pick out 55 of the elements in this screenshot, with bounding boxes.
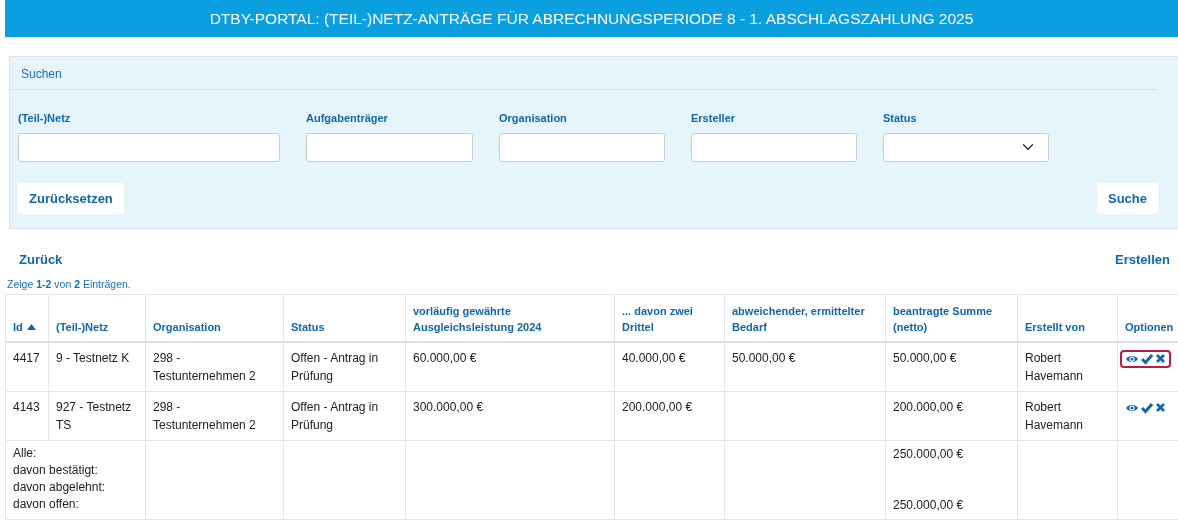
table-cell: 50.000,00 €: [893, 350, 957, 365]
panel-heading: Suchen: [21, 67, 62, 81]
column-header: (Teil-)Netz: [48, 294, 146, 342]
sort-up-icon[interactable]: [26, 323, 36, 330]
dropdown-field[interactable]: [883, 132, 1049, 162]
checkmark-icon[interactable]: [1141, 352, 1153, 365]
table-cell: 927 - Testnetz TS: [56, 399, 132, 432]
column-header: Optionen: [1117, 294, 1178, 342]
close-icon[interactable]: [1155, 352, 1166, 365]
back-link[interactable]: Zurück: [19, 250, 63, 270]
table-cell: 300.000,00 €: [413, 399, 484, 414]
table-cell: Offen - Antrag in Prüfung: [291, 350, 379, 383]
total-label: davon bestätigt:: [13, 461, 99, 479]
page-title: DTBY-PORTAL: (TEIL-)NETZ-ANTRÄGE FÜR ABRECHNUNGSPERIODE 8 - 1. ABSCHLAGSZAHLUNG 2025: [5, 0, 1178, 37]
result-count: Zeige 1-2 von 2 Einträgen.: [7, 276, 132, 292]
text-field[interactable]: [18, 132, 280, 162]
close-icon[interactable]: [1155, 401, 1166, 414]
table-cell: 200.000,00 €: [893, 399, 964, 414]
total-label: davon abgelehnt:: [13, 478, 107, 496]
column-header: Status: [283, 294, 406, 342]
field-label: Ersteller: [691, 111, 737, 126]
field-label: Organisation: [499, 111, 568, 126]
total-label: davon offen:: [13, 495, 80, 513]
table-cell: 4417: [13, 350, 40, 365]
total-value: 250.000,00 €: [893, 445, 965, 462]
column-header: vorläufig gewährte Ausgleichsleistung 2024: [405, 294, 615, 342]
total-value: 250.000,00 €: [893, 496, 965, 513]
table-cell: 200.000,00 €: [622, 399, 693, 414]
column-header: beantragte Summe (netto): [885, 294, 1018, 342]
text-field[interactable]: [691, 132, 857, 162]
table-cell: Robert Havemann: [1025, 399, 1084, 432]
reset-button[interactable]: Zurücksetzen: [18, 182, 124, 214]
column-header: Erstellt von: [1017, 294, 1118, 342]
table-cell: 9 - Testnetz K: [56, 350, 130, 365]
total-label: Alle:: [13, 444, 38, 462]
table-cell: 60.000,00 €: [413, 350, 477, 365]
checkmark-icon[interactable]: [1141, 401, 1153, 414]
search-button[interactable]: Suche: [1097, 182, 1158, 214]
column-header: Organisation: [145, 294, 284, 342]
column-header: ... davon zwei Drittel: [614, 294, 725, 342]
table-cell: Robert Havemann: [1025, 350, 1084, 383]
table-cell: 298 - Testunternehmen 2: [153, 350, 256, 383]
table-cell: Offen - Antrag in Prüfung: [291, 399, 379, 432]
table-cell: 40.000,00 €: [622, 350, 686, 365]
column-header: abweichender, ermittelter Bedarf: [724, 294, 886, 342]
text-field[interactable]: [499, 132, 665, 162]
column-header[interactable]: Id: [13, 320, 23, 333]
field-label: (Teil-)Netz: [18, 111, 72, 126]
table-cell: 298 - Testunternehmen 2: [153, 399, 256, 432]
table-cell: 4143: [13, 399, 40, 414]
table-cell: 50.000,00 €: [732, 350, 796, 365]
field-label: Aufgabenträger: [306, 111, 389, 126]
text-field[interactable]: [306, 132, 473, 162]
field-label: Status: [883, 111, 918, 126]
create-link[interactable]: Erstellen: [1115, 250, 1170, 270]
